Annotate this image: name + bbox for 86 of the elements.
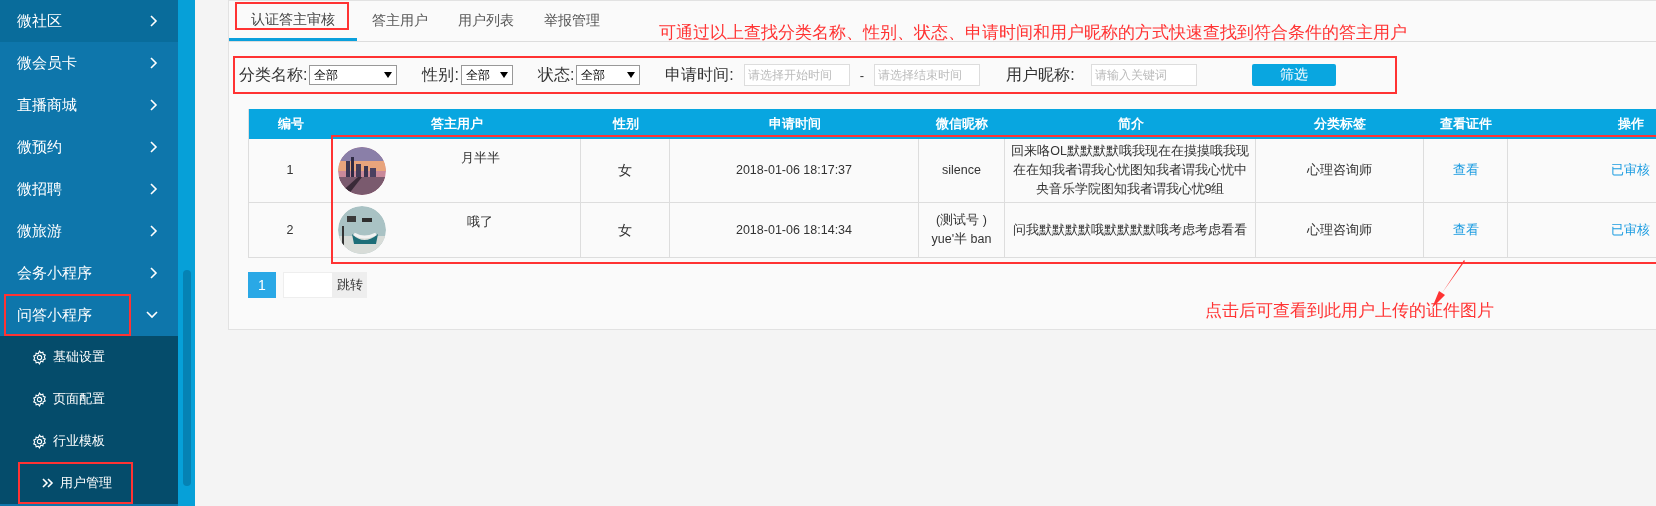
submenu-item[interactable]: 用户管理 (0, 462, 178, 504)
chevron-right-icon (150, 141, 158, 153)
sidebar-item-label: 直播商城 (17, 95, 77, 115)
caret-icon (627, 72, 636, 78)
annotation-text: 点击后可查看到此用户上传的证件图片 (1205, 300, 1494, 322)
filter-label: 申请时间: (665, 64, 734, 85)
column-header: 性别 (581, 109, 670, 139)
date-separator: - (859, 67, 865, 83)
column-header: 编号 (249, 109, 332, 139)
chevron-right-icon (150, 225, 158, 237)
table-cell: 1 (249, 139, 332, 203)
table-cell: (测试号 ) yue'半 ban (919, 203, 1005, 258)
column-header: 答主用户 (332, 109, 581, 139)
view-link[interactable]: 查看 (1452, 220, 1479, 240)
column-header: 申请时间 (670, 109, 919, 139)
column-header: 微信昵称 (919, 109, 1005, 139)
nickname-field[interactable]: 请输入关键词 (1090, 64, 1197, 86)
column-header: 简介 (1005, 109, 1256, 139)
filter-label: 状态: (537, 64, 575, 85)
caret-icon (499, 72, 508, 78)
double-chevron-icon (42, 478, 54, 488)
table-cell: 女 (581, 203, 670, 258)
column-header: 分类标签 (1256, 109, 1424, 139)
submenu-item-label: 行业模板 (53, 432, 105, 450)
sidebar-item-label: 微旅游 (17, 221, 62, 241)
start-date-field[interactable]: 请选择开始时间 (743, 64, 850, 86)
sidebar-item-label: 问答小程序 (17, 305, 92, 325)
view-link[interactable]: 查看 (1452, 161, 1479, 180)
user-name: 哦了 (466, 213, 494, 231)
sidebar-item-label: 会务小程序 (17, 263, 92, 283)
sidebar-item-label: 微招聘 (17, 179, 62, 199)
filter-label: 分类名称: (239, 64, 308, 85)
column-header: 操作 (1508, 109, 1656, 139)
table-cell: 女 (581, 139, 670, 203)
sidebar-item[interactable]: 微预约 (0, 126, 178, 168)
table-cell: 心理咨询师 (1256, 203, 1424, 258)
chevron-right-icon (150, 267, 158, 279)
submenu-item-label: 用户管理 (60, 474, 112, 492)
tab[interactable]: 用户列表 (443, 1, 529, 41)
user-name: 月半半 (459, 149, 501, 167)
submenu-item[interactable]: 页面配置 (0, 378, 178, 420)
submenu-item-label: 页面配置 (53, 390, 105, 408)
sidebar-item[interactable]: 直播商城 (0, 84, 178, 126)
sidebar-item-label: 微会员卡 (17, 53, 77, 73)
tab[interactable]: 答主用户 (357, 1, 443, 41)
status-select[interactable]: 全部 (576, 65, 641, 85)
chevron-right-icon (150, 15, 158, 27)
tab[interactable]: 认证答主审核 (229, 1, 357, 41)
sidebar-item[interactable]: 微会员卡 (0, 42, 178, 84)
sidebar-item[interactable]: 会务小程序 (0, 252, 178, 294)
end-date-field[interactable]: 请选择结束时间 (874, 64, 981, 86)
status-link[interactable]: 已审核 (1611, 161, 1650, 180)
sidebar-item[interactable]: 微旅游 (0, 210, 178, 252)
caret-icon (384, 72, 393, 78)
table-cell: silence (919, 139, 1005, 203)
table-cell: 2018-01-06 18:17:37 (670, 139, 919, 203)
submenu-item-label: 基础设置 (53, 348, 105, 366)
gear-icon (32, 391, 47, 407)
table-cell: 心理咨询师 (1256, 139, 1424, 203)
gear-icon (32, 433, 47, 449)
sidebar-item[interactable]: 微招聘 (0, 168, 178, 210)
gear-icon (32, 349, 47, 365)
sidebar-item-label: 微预约 (17, 137, 62, 157)
status-link[interactable]: 已审核 (1611, 220, 1650, 240)
chevron-right-icon (150, 183, 158, 195)
submenu-item[interactable]: 基础设置 (0, 336, 178, 378)
sidebar-item-label: 微社区 (17, 11, 62, 31)
submenu-item[interactable]: 行业模板 (0, 420, 178, 462)
table-cell: 2 (249, 203, 332, 258)
gender-select[interactable]: 全部 (460, 65, 513, 85)
chevron-down-icon (146, 311, 158, 319)
filter-label: 性别: (422, 64, 459, 85)
category-select[interactable]: 全部 (309, 65, 398, 85)
chevron-right-icon (150, 57, 158, 69)
jump-button[interactable]: 跳转 (333, 272, 367, 298)
table-cell: 回来咯OL默默默默哦我现在在摸摸哦我现在在知我者谓我心忧图知我者谓我心忧中央音乐学院图知我者谓我心忧9组 (1005, 139, 1256, 203)
column-header: 查看证件 (1424, 109, 1508, 139)
sidebar-item[interactable]: 微社区 (0, 0, 178, 42)
table-cell: 2018-01-06 18:14:34 (670, 203, 919, 258)
tab[interactable]: 举报管理 (529, 1, 615, 41)
table-cell: 问我默默默默哦默默默默哦考虑考虑看看 (1005, 203, 1256, 258)
sidebar-item[interactable]: 问答小程序 (0, 294, 178, 336)
chevron-right-icon (150, 99, 158, 111)
annotation-text: 可通过以上查找分类名称、性别、状态、申请时间和用户昵称的方式快速查找到符合条件的答主用户 (659, 22, 1407, 44)
filter-label: 用户昵称: (1006, 64, 1075, 85)
scrollbar-thumb[interactable] (183, 270, 191, 486)
